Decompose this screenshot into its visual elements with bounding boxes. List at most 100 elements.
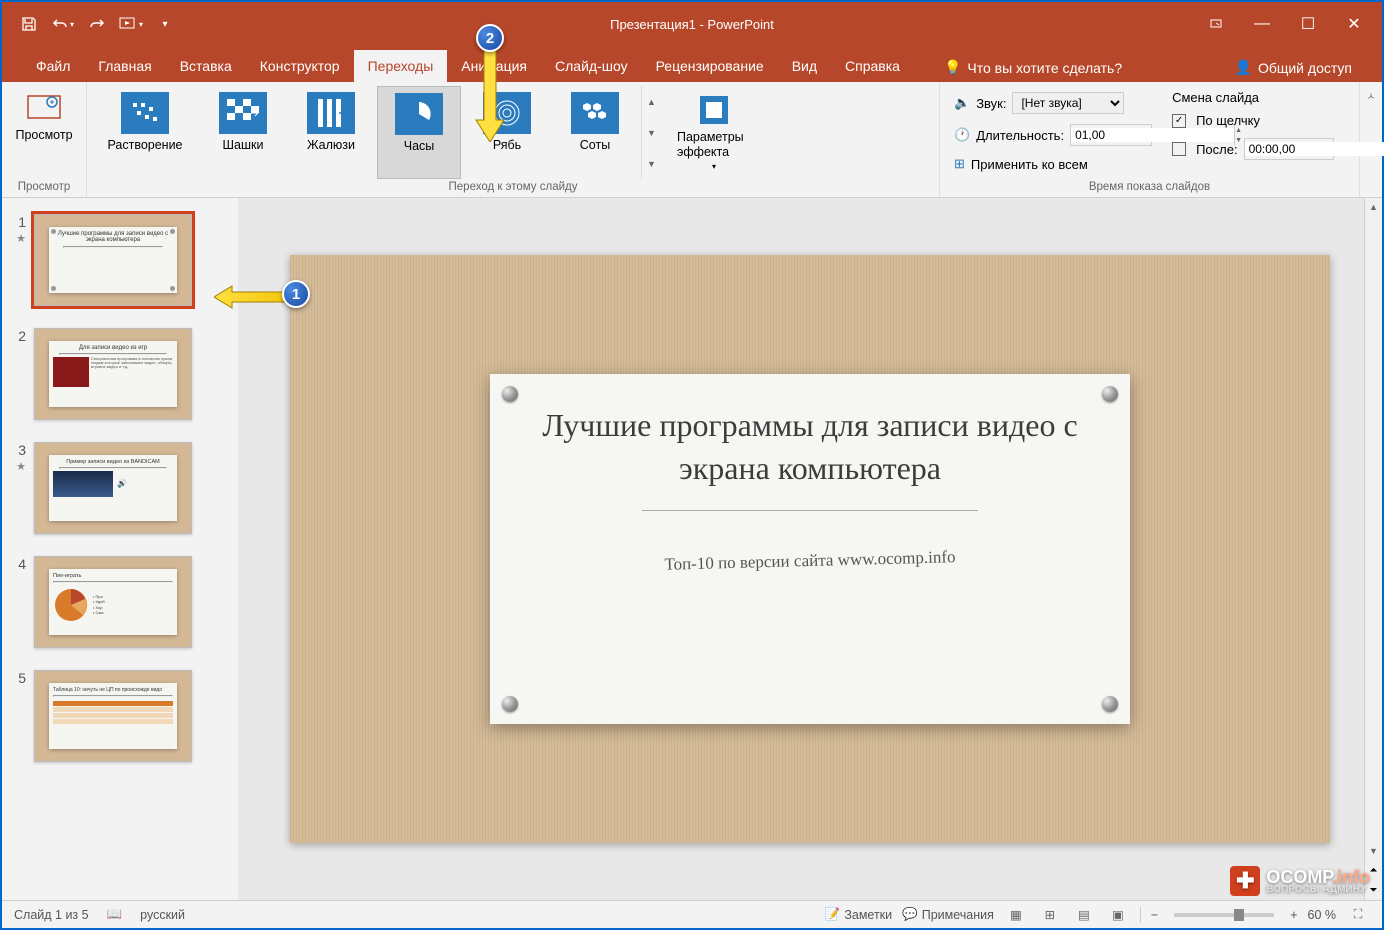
- slideshow-view-button[interactable]: ▣: [1106, 905, 1130, 925]
- zoom-in-button[interactable]: +: [1290, 908, 1297, 922]
- on-click-checkbox[interactable]: ✓По щелчку: [1172, 111, 1334, 130]
- slide-content-card[interactable]: Лучшие программы для записи видео с экра…: [490, 374, 1130, 724]
- watermark: ✚ OCOMP.info ВОПРОСЫ АДМИНУ: [1230, 866, 1370, 896]
- effect-options-button[interactable]: Параметры эффекта ▾: [671, 86, 757, 179]
- main-area: 1 ★ Лучшие программы для записи видео с э…: [2, 198, 1382, 900]
- language-indicator[interactable]: русский: [140, 908, 185, 922]
- reading-view-button[interactable]: ▤: [1072, 905, 1096, 925]
- ribbon: Просмотр Просмотр Растворение Шашки Жалю…: [2, 82, 1382, 198]
- tab-slideshow[interactable]: Слайд-шоу: [541, 50, 642, 82]
- fit-to-window-button[interactable]: ⛶: [1346, 905, 1370, 925]
- collapse-ribbon-button[interactable]: ㅅ: [1360, 82, 1382, 197]
- share-icon: 👤: [1235, 59, 1252, 76]
- normal-view-button[interactable]: ▦: [1004, 905, 1028, 925]
- qat-customize[interactable]: ▾: [150, 9, 180, 39]
- undo-button[interactable]: ▾: [48, 9, 78, 39]
- slideshow-qat-button[interactable]: ▾: [116, 9, 146, 39]
- tell-me-search[interactable]: 💡Что вы хотите сделать?: [934, 53, 1132, 82]
- chevron-down-icon: ▾: [712, 162, 716, 171]
- tab-insert[interactable]: Вставка: [166, 50, 246, 82]
- scroll-up-button[interactable]: ▲: [1365, 198, 1382, 216]
- callout-badge-2: 2: [476, 24, 504, 52]
- after-spinner[interactable]: ▲▼: [1244, 138, 1334, 160]
- transition-blinds[interactable]: Жалюзи: [289, 86, 373, 179]
- notes-button[interactable]: 📝Заметки: [825, 907, 892, 922]
- slide-thumbnail-1[interactable]: Лучшие программы для записи видео с экра…: [34, 214, 192, 306]
- dissolve-icon: [121, 92, 169, 134]
- callout-badge-1: 1: [282, 280, 310, 308]
- gallery-down[interactable]: ▼: [642, 117, 661, 148]
- preview-icon: [26, 92, 62, 124]
- after-checkbox[interactable]: [1172, 142, 1186, 156]
- comments-icon: 💬: [902, 907, 918, 922]
- close-button[interactable]: ✕: [1334, 9, 1374, 39]
- slide-thumbnail-2[interactable]: Для записи видео из игрСпециальная прогр…: [34, 328, 192, 420]
- watermark-logo-icon: ✚: [1230, 866, 1260, 896]
- rivet-decoration: [1102, 386, 1118, 402]
- save-button[interactable]: [14, 9, 44, 39]
- tab-review[interactable]: Рецензирование: [642, 50, 778, 82]
- spellcheck-icon[interactable]: 📖: [107, 907, 123, 922]
- slide-counter[interactable]: Слайд 1 из 5: [14, 908, 89, 922]
- notes-icon: 📝: [825, 907, 841, 922]
- tab-home[interactable]: Главная: [84, 50, 165, 82]
- quick-access-toolbar: ▾ ▾ ▾: [2, 9, 180, 39]
- duration-spinner[interactable]: ▲▼: [1070, 124, 1152, 146]
- minimize-button[interactable]: —: [1242, 9, 1282, 39]
- effect-options-icon: [696, 92, 732, 128]
- gallery-up[interactable]: ▲: [642, 86, 661, 117]
- window-title: Презентация1 - PowerPoint: [610, 17, 774, 32]
- apply-to-all-button[interactable]: ⊞Применить ко всем: [954, 154, 1152, 174]
- duration-icon: 🕐: [954, 127, 970, 143]
- ribbon-group-preview: Просмотр Просмотр: [2, 82, 87, 197]
- status-bar: Слайд 1 из 5 📖 русский 📝Заметки 💬Примеча…: [2, 900, 1382, 928]
- star-icon: ★: [16, 232, 26, 245]
- honeycomb-icon: [571, 92, 619, 134]
- ribbon-group-transitions: Растворение Шашки Жалюзи Часы Рябь Соты …: [87, 82, 940, 197]
- share-button[interactable]: 👤Общий доступ: [1225, 53, 1363, 82]
- maximize-button[interactable]: ☐: [1288, 9, 1328, 39]
- vertical-scrollbar[interactable]: ▲ ▼ ⏶ ⏷: [1364, 198, 1382, 900]
- window-controls: — ☐ ✕: [1196, 9, 1374, 39]
- zoom-slider[interactable]: [1174, 913, 1274, 917]
- sound-icon: 🔈: [954, 95, 970, 111]
- zoom-out-button[interactable]: −: [1151, 908, 1158, 922]
- thumbnail-panel: 1★ Лучшие программы для записи видео с э…: [2, 198, 238, 900]
- slide-thumbnail-4[interactable]: Пие-играть• Про• Удоб• Хор• Сжа: [34, 556, 192, 648]
- preview-button[interactable]: Просмотр: [8, 86, 80, 148]
- checkerboard-icon: [219, 92, 267, 134]
- tab-view[interactable]: Вид: [778, 50, 831, 82]
- slide-thumbnail-3[interactable]: Пример записи видео из BANDICAM🔊: [34, 442, 192, 534]
- transition-dissolve[interactable]: Растворение: [93, 86, 197, 179]
- rivet-decoration: [502, 696, 518, 712]
- ribbon-options-button[interactable]: [1196, 9, 1236, 39]
- gallery-more[interactable]: ▼: [642, 148, 661, 179]
- slide-title-text[interactable]: Лучшие программы для записи видео с экра…: [530, 404, 1090, 490]
- tab-help[interactable]: Справка: [831, 50, 914, 82]
- zoom-level[interactable]: 60 %: [1308, 908, 1337, 922]
- slide-thumbnail-5[interactable]: Таблица 10: ничуть не ЦП по происхожде в…: [34, 670, 192, 762]
- gallery-scroll: ▲ ▼ ▼: [641, 86, 661, 179]
- tab-design[interactable]: Конструктор: [246, 50, 354, 82]
- rivet-decoration: [502, 386, 518, 402]
- scroll-down-button[interactable]: ▼: [1365, 842, 1382, 860]
- slide-subtitle-text[interactable]: Топ-10 по версии сайта www.ocomp.info: [530, 544, 1090, 579]
- advance-slide-label: Смена слайда: [1172, 90, 1334, 105]
- redo-button[interactable]: [82, 9, 112, 39]
- transition-checkerboard[interactable]: Шашки: [201, 86, 285, 179]
- lightbulb-icon: 💡: [944, 59, 961, 76]
- current-slide[interactable]: Лучшие программы для записи видео с экра…: [290, 255, 1330, 843]
- transition-clock[interactable]: Часы: [377, 86, 461, 179]
- rivet-decoration: [1102, 696, 1118, 712]
- tab-file[interactable]: Файл: [22, 50, 84, 82]
- sound-select[interactable]: [Нет звука]: [1012, 92, 1124, 114]
- transition-honeycomb[interactable]: Соты: [553, 86, 637, 179]
- slide-divider: [642, 510, 978, 511]
- clock-icon: [395, 93, 443, 135]
- blinds-icon: [307, 92, 355, 134]
- star-icon: ★: [16, 460, 26, 473]
- tab-transitions[interactable]: Переходы: [354, 50, 448, 82]
- comments-button[interactable]: 💬Примечания: [902, 907, 994, 922]
- sorter-view-button[interactable]: ⊞: [1038, 905, 1062, 925]
- ribbon-tabs: Файл Главная Вставка Конструктор Переход…: [2, 46, 1382, 82]
